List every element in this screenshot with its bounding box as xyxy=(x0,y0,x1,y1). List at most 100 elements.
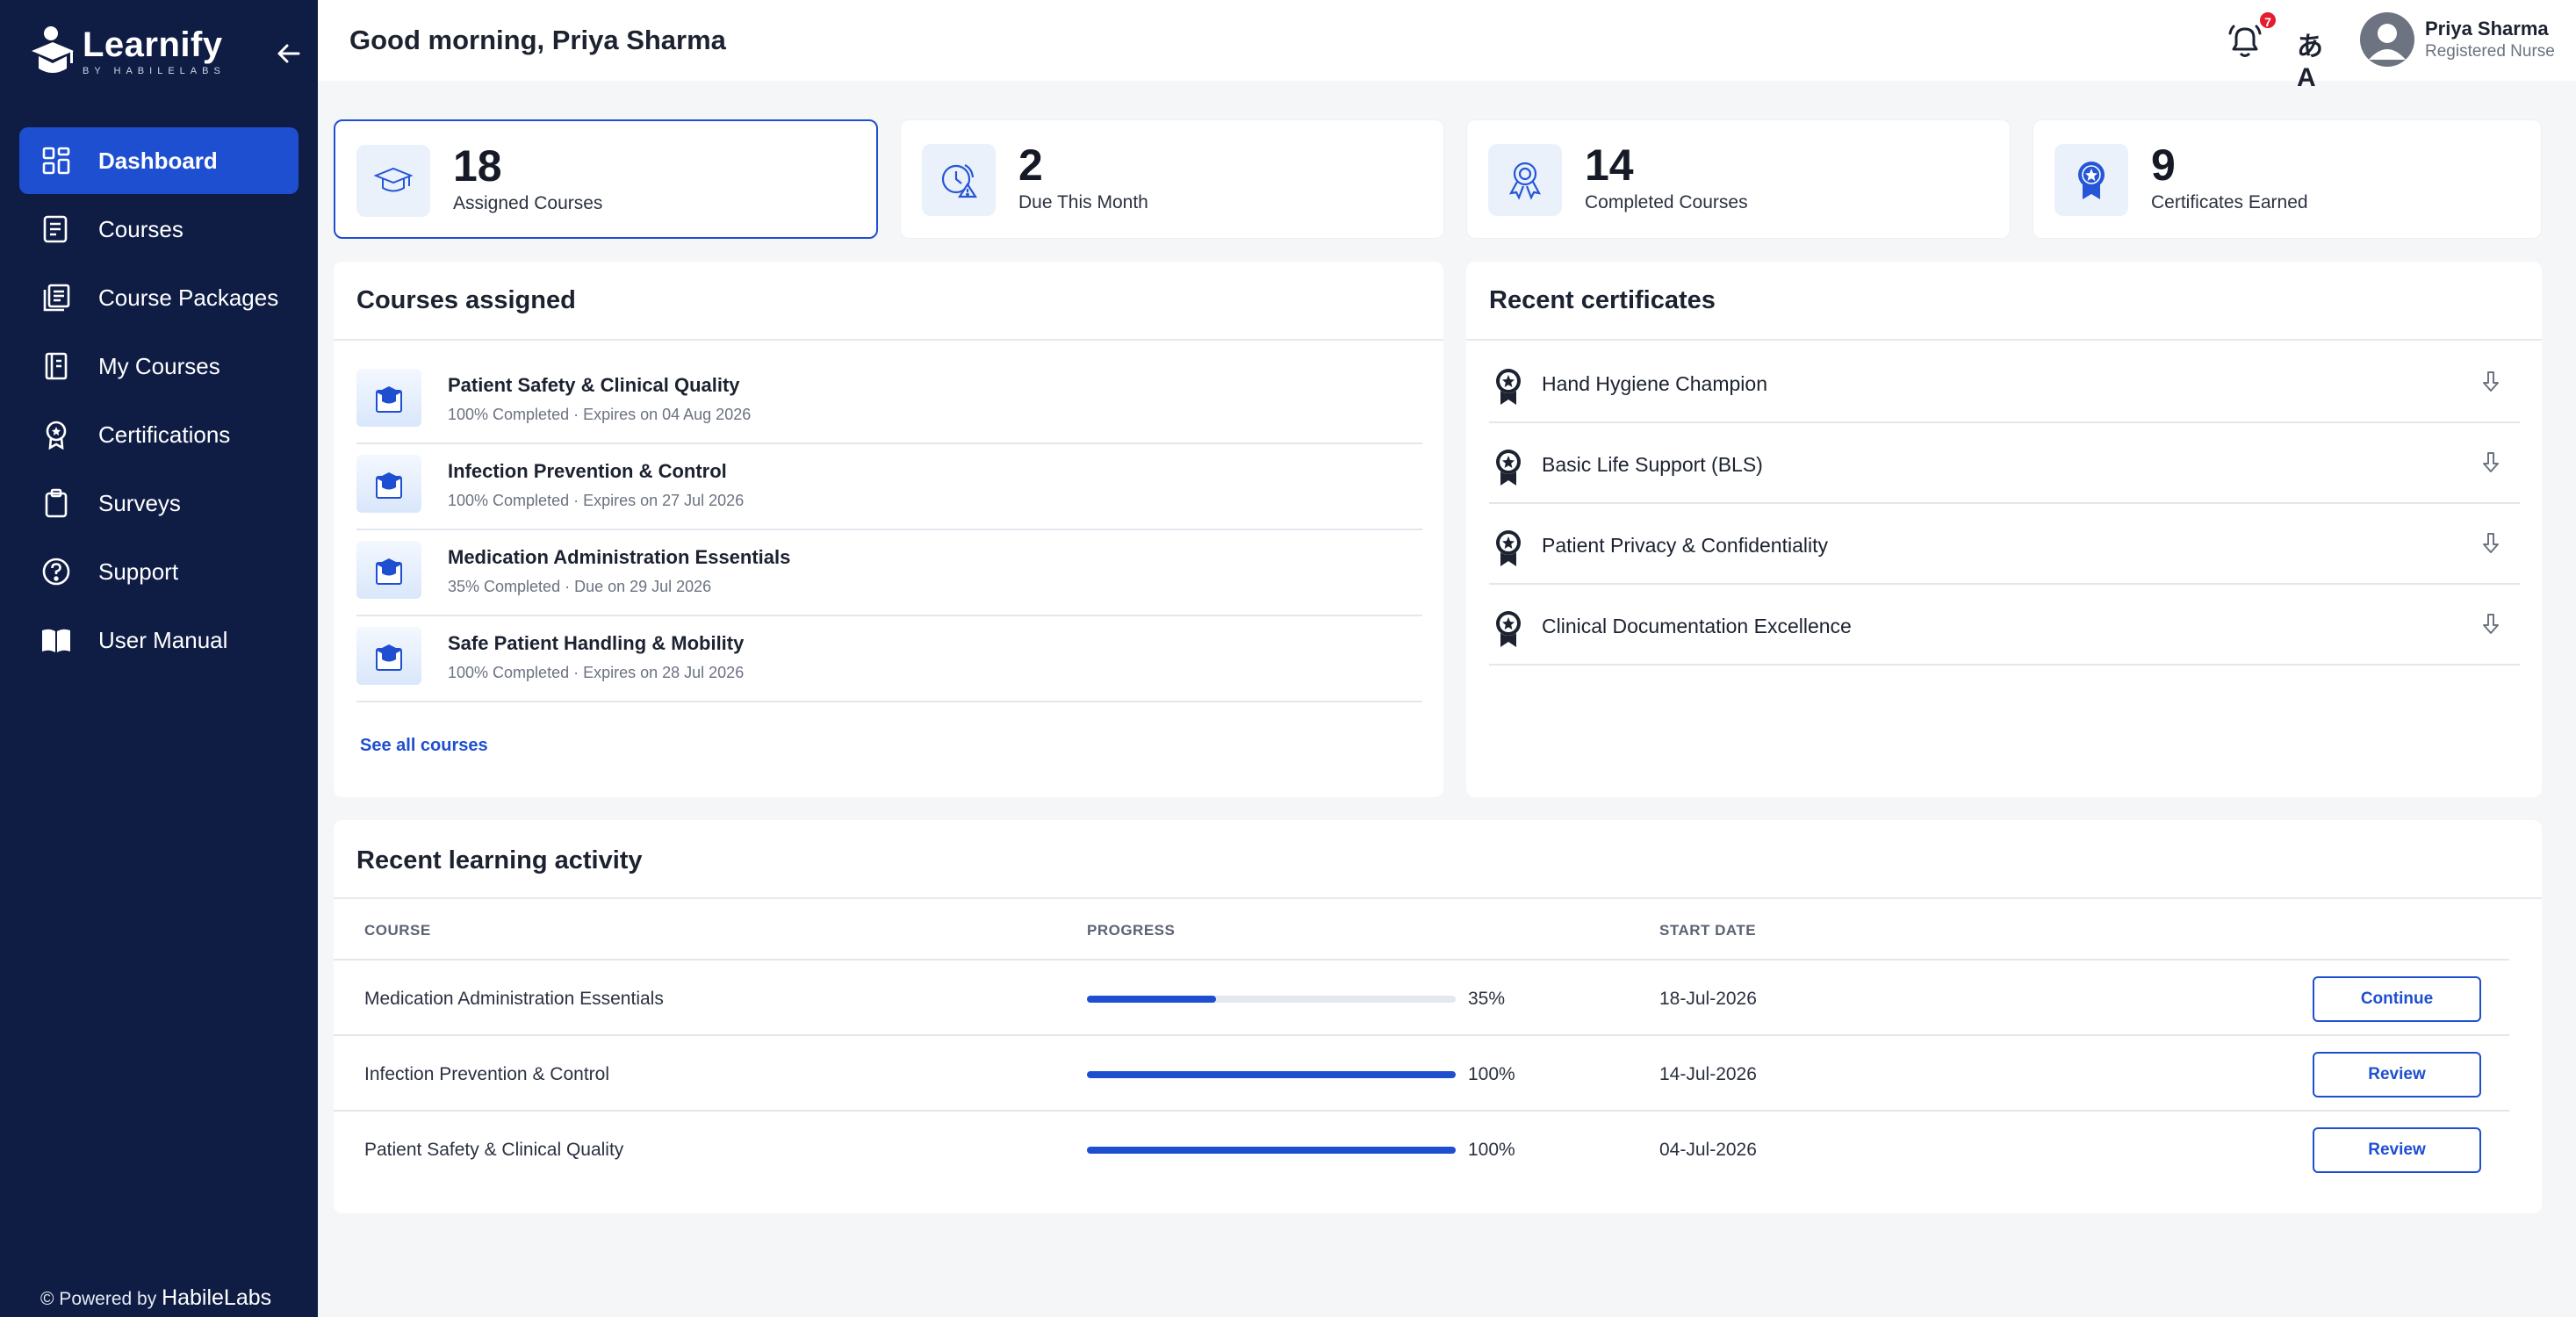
language-button[interactable]: あA xyxy=(2297,25,2334,92)
progress-bar xyxy=(1087,996,1456,1003)
activity-course: Infection Prevention & Control xyxy=(364,1064,609,1084)
progress-value: 100% xyxy=(1468,1064,1515,1084)
activity-course: Medication Administration Essentials xyxy=(364,989,664,1009)
course-thumbnail-icon xyxy=(356,627,421,685)
activity-course: Patient Safety & Clinical Quality xyxy=(364,1140,624,1160)
download-certificate-button[interactable] xyxy=(2478,529,2504,558)
notification-count-badge: 7 xyxy=(2258,11,2277,30)
download-certificate-button[interactable] xyxy=(2478,448,2504,478)
stat-card-completed-courses[interactable]: 14 Completed Courses xyxy=(1466,119,2011,239)
stat-card-due-this-month[interactable]: 2 Due This Month xyxy=(900,119,1444,239)
stat-card-assigned-courses[interactable]: 18 Assigned Courses xyxy=(334,119,878,239)
column-header-progress: PROGRESS xyxy=(1087,922,1176,939)
user-icon xyxy=(2369,24,2406,60)
review-button[interactable]: Review xyxy=(2313,1127,2481,1173)
download-certificate-button[interactable] xyxy=(2478,367,2504,397)
see-all-courses-link[interactable]: See all courses xyxy=(360,736,488,756)
help-icon xyxy=(40,556,72,587)
progress-value: 35% xyxy=(1468,989,1506,1009)
panel-title: Recent learning activity xyxy=(356,846,643,874)
sidebar-item-surveys[interactable]: Surveys xyxy=(19,470,299,536)
courses-icon xyxy=(40,213,72,245)
progress-fill xyxy=(1087,1147,1456,1154)
certificate-name: Basic Life Support (BLS) xyxy=(1542,453,1763,476)
activity-start-date: 14-Jul-2026 xyxy=(1659,1064,1757,1084)
course-name: Patient Safety & Clinical Quality xyxy=(448,374,740,396)
progress-bar xyxy=(1087,1071,1456,1078)
sidebar-item-courses[interactable]: Courses xyxy=(19,196,299,263)
sidebar-item-label: Surveys xyxy=(98,489,181,516)
column-header-course: COURSE xyxy=(364,922,431,939)
brand-name: Learnify xyxy=(83,25,223,64)
sidebar-item-user-manual[interactable]: User Manual xyxy=(19,607,299,673)
table-row: Infection Prevention & Control 100% 14-J… xyxy=(334,1034,2509,1110)
sidebar-item-label: Courses xyxy=(98,215,183,242)
certificate-name: Clinical Documentation Excellence xyxy=(1542,615,1852,637)
certificate-row: Patient Privacy & Confidentiality xyxy=(1489,504,2520,585)
sidebar-item-label: Dashboard xyxy=(98,147,218,174)
divider xyxy=(334,897,2542,899)
certificate-badge-icon xyxy=(1496,530,1521,566)
stat-value: 9 xyxy=(2151,140,2176,190)
sidebar: Learnify BY HABILELABS Dashboard Courses… xyxy=(0,0,318,1317)
activity-start-date: 04-Jul-2026 xyxy=(1659,1140,1757,1160)
panel-title: Recent certificates xyxy=(1489,286,1716,314)
sidebar-item-course-packages[interactable]: Course Packages xyxy=(19,264,299,331)
award-ribbon-icon xyxy=(1488,144,1562,216)
sidebar-item-certifications[interactable]: Certifications xyxy=(19,401,299,468)
arrow-left-icon xyxy=(277,44,300,63)
activity-start-date: 18-Jul-2026 xyxy=(1659,989,1757,1009)
course-name: Safe Patient Handling & Mobility xyxy=(448,632,745,654)
course-row[interactable]: Safe Patient Handling & Mobility 100% Co… xyxy=(356,616,1422,702)
powered-prefix: © Powered by xyxy=(40,1289,157,1309)
review-button[interactable]: Review xyxy=(2313,1052,2481,1098)
course-row[interactable]: Patient Safety & Clinical Quality 100% C… xyxy=(356,358,1422,444)
certificate-name: Patient Privacy & Confidentiality xyxy=(1542,534,1828,557)
user-name[interactable]: Priya Sharma xyxy=(2425,18,2549,40)
notifications-button[interactable] xyxy=(2225,21,2265,61)
stat-card-certificates-earned[interactable]: 9 Certificates Earned xyxy=(2033,119,2542,239)
download-icon xyxy=(2483,452,2499,472)
certificate-medal-icon xyxy=(2054,144,2128,216)
brand-logo[interactable]: Learnify BY HABILELABS xyxy=(30,25,226,77)
column-header-start-date: START DATE xyxy=(1659,922,1757,939)
collapse-sidebar-button[interactable] xyxy=(272,37,306,70)
certificate-row: Basic Life Support (BLS) xyxy=(1489,423,2520,504)
sidebar-item-support[interactable]: Support xyxy=(19,538,299,605)
recent-certificates-panel: Recent certificates Hand Hygiene Champio… xyxy=(1466,262,2542,797)
sidebar-item-label: Course Packages xyxy=(98,284,279,311)
certificate-name: Hand Hygiene Champion xyxy=(1542,372,1767,395)
download-icon xyxy=(2483,371,2499,392)
sidebar-item-my-courses[interactable]: My Courses xyxy=(19,333,299,399)
course-row[interactable]: Medication Administration Essentials 35%… xyxy=(356,530,1422,616)
stat-label: Assigned Courses xyxy=(453,193,603,213)
certificate-badge-icon xyxy=(1496,369,1521,405)
sidebar-item-dashboard[interactable]: Dashboard xyxy=(19,127,299,194)
courses-assigned-panel: Courses assigned Patient Safety & Clinic… xyxy=(334,262,1443,797)
book-icon xyxy=(40,624,72,656)
download-icon xyxy=(2483,614,2499,634)
certificate-row: Clinical Documentation Excellence xyxy=(1489,585,2520,666)
translate-icon: あA xyxy=(2297,32,2323,92)
table-row: Medication Administration Essentials 35%… xyxy=(334,959,2509,1034)
download-certificate-button[interactable] xyxy=(2478,609,2504,639)
certificate-icon xyxy=(40,419,72,450)
progress-bar xyxy=(1087,1147,1456,1154)
top-header: Good morning, Priya Sharma 7 あA Priya Sh… xyxy=(318,0,2576,92)
sidebar-item-label: User Manual xyxy=(98,626,228,653)
stat-value: 18 xyxy=(453,141,502,191)
user-avatar[interactable] xyxy=(2360,12,2414,67)
stat-label: Due This Month xyxy=(1018,192,1148,212)
bell-icon xyxy=(2228,25,2262,57)
clock-alert-icon xyxy=(922,144,996,216)
brand-tagline: BY HABILELABS xyxy=(83,66,226,76)
certificate-badge-icon xyxy=(1496,611,1521,647)
continue-button[interactable]: Continue xyxy=(2313,976,2481,1022)
stat-label: Completed Courses xyxy=(1585,192,1748,212)
course-thumbnail-icon xyxy=(356,541,421,599)
stat-value: 2 xyxy=(1018,140,1043,190)
my-courses-icon xyxy=(40,350,72,382)
progress-fill xyxy=(1087,1071,1456,1078)
powered-brand: HabileLabs xyxy=(162,1285,272,1310)
course-row[interactable]: Infection Prevention & Control 100% Comp… xyxy=(356,444,1422,530)
